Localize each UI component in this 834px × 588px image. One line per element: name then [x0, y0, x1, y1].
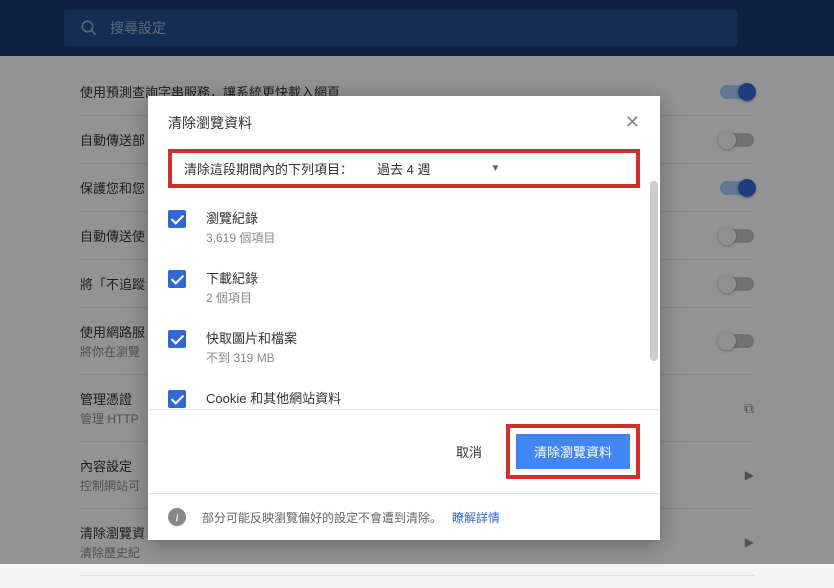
item-title: 瀏覽紀錄 [206, 208, 275, 227]
clear-button-highlight: 清除瀏覽資料 [506, 424, 640, 479]
item-subtitle: 3,619 個項目 [206, 229, 275, 246]
dialog-title: 清除瀏覽資料 [168, 113, 252, 133]
close-icon[interactable]: ✕ [625, 112, 640, 133]
dialog-header: 清除瀏覽資料 ✕ [148, 96, 660, 141]
info-icon: i [168, 508, 186, 526]
info-text: 部分可能反映瀏覽偏好的設定不會遭到清除。 [202, 511, 442, 525]
item-title: 下載紀錄 [206, 268, 258, 287]
checkbox[interactable] [168, 270, 186, 288]
learn-more-link[interactable]: 瞭解詳情 [452, 511, 500, 525]
checkbox-item: 下載紀錄 2 個項目 [168, 260, 640, 320]
dialog-info: i 部分可能反映瀏覽偏好的設定不會遭到清除。 瞭解詳情 [148, 493, 660, 540]
checkbox[interactable] [168, 390, 186, 408]
checkbox[interactable] [168, 210, 186, 228]
clear-button[interactable]: 清除瀏覽資料 [516, 434, 630, 469]
time-range-label: 清除這段期間內的下列項目： [184, 159, 353, 178]
time-range-highlight: 清除這段期間內的下列項目： 過去 4 週 ▼ [168, 149, 640, 188]
chevron-down-icon: ▼ [490, 163, 500, 174]
clear-data-dialog: 清除瀏覽資料 ✕ 清除這段期間內的下列項目： 過去 4 週 ▼ 瀏覽紀錄 3,61… [148, 96, 660, 540]
scrollbar[interactable] [650, 181, 658, 409]
dialog-body: 清除這段期間內的下列項目： 過去 4 週 ▼ 瀏覽紀錄3,619 個項目下載紀錄… [148, 141, 660, 409]
item-title: 快取圖片和檔案 [206, 328, 297, 347]
checkbox-item: Cookie 和其他網站資料您會因此登出大多數網站。 [168, 380, 640, 409]
checkbox-item: 快取圖片和檔案不到 319 MB [168, 320, 640, 380]
item-subtitle: 不到 319 MB [206, 349, 297, 366]
item-subtitle: 2 個項目 [206, 289, 258, 306]
dialog-footer: 取消 清除瀏覽資料 [148, 409, 660, 493]
time-range-dropdown[interactable]: 過去 4 週 ▼ [377, 159, 500, 178]
item-title: Cookie 和其他網站資料 [206, 388, 350, 407]
checkbox[interactable] [168, 330, 186, 348]
time-range-value: 過去 4 週 [377, 159, 430, 178]
cancel-button[interactable]: 取消 [456, 442, 482, 461]
checkbox-item: 瀏覽紀錄 3,619 個項目 [168, 200, 640, 260]
